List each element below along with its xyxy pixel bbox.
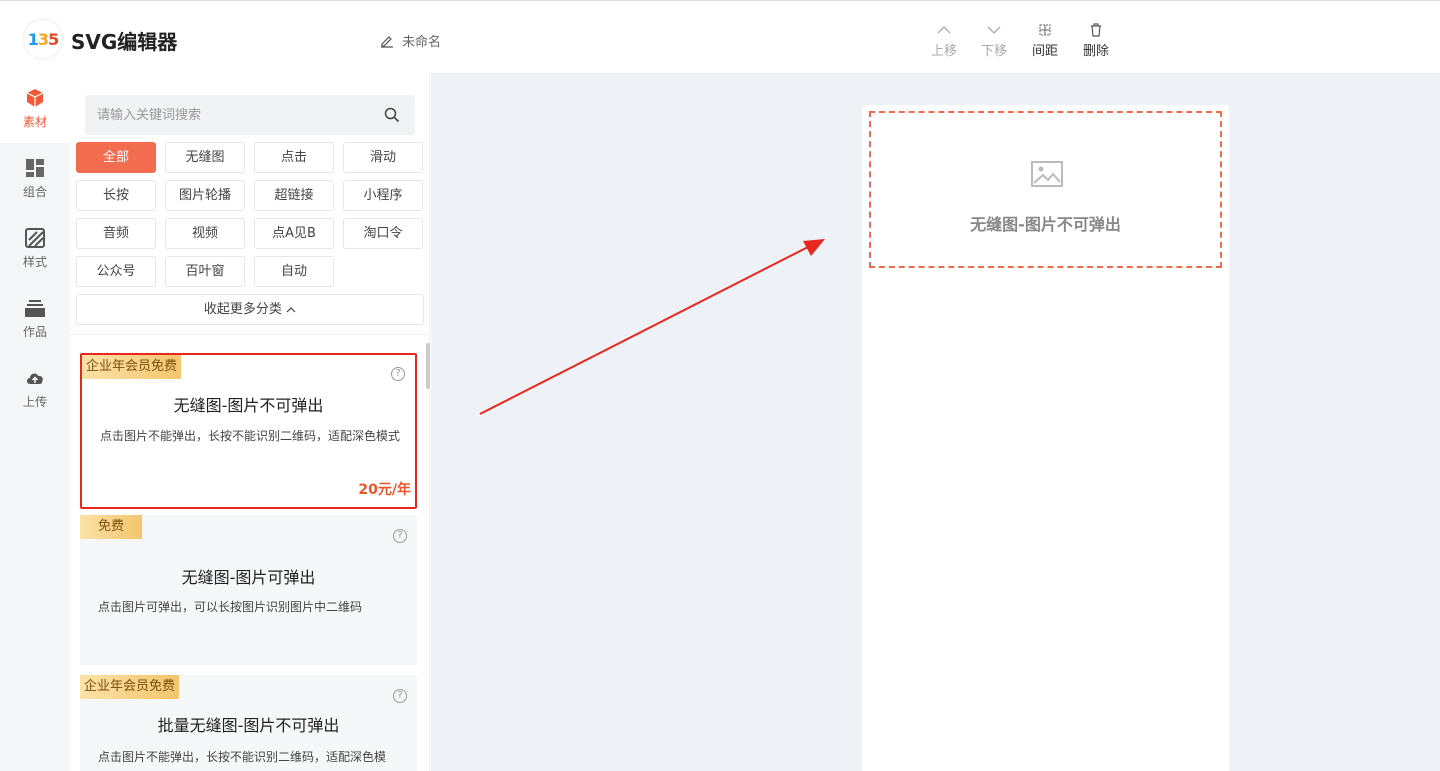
document-name-text: 未命名 [402, 35, 442, 50]
category-slide[interactable]: 滑动 [343, 142, 423, 173]
panel-divider [70, 334, 430, 335]
card-title: 批量无缝图-图片不可弹出 [157, 716, 340, 735]
help-icon[interactable]: ? [391, 367, 405, 381]
move-down-label: 下移 [980, 44, 1007, 59]
member-free-badge: 企业年会员免费 [82, 355, 182, 379]
category-auto[interactable]: 自动 [254, 256, 334, 287]
image-icon [1031, 161, 1063, 187]
category-a-to-b[interactable]: 点A见B [254, 218, 334, 249]
category-seamless[interactable]: 无缝图 [165, 142, 245, 173]
cube-icon [26, 89, 44, 107]
editor-canvas: 无缝图-图片不可弹出 [431, 73, 1440, 771]
rail-item-upload[interactable]: 上传 [0, 353, 70, 423]
rail-label-combos: 组合 [22, 185, 47, 199]
stack-icon [25, 300, 45, 317]
seamless-image-component[interactable]: 无缝图-图片不可弹出 [869, 111, 1222, 268]
spacing-label: 间距 [1031, 44, 1058, 59]
material-card-selected[interactable]: 企业年会员免费 ? 无缝图-图片不可弹出 点击图片不能弹出，长按不能识别二维码，… [80, 353, 417, 509]
help-icon[interactable]: ? [393, 689, 407, 703]
panel-scrollbar[interactable] [426, 343, 430, 389]
chevron-down-icon [987, 26, 1001, 34]
chevron-up-icon [286, 306, 296, 312]
card-description: 点击图片不能弹出，长按不能识别二维码，适配深色模式 [100, 429, 401, 443]
cloud-upload-icon [27, 373, 43, 384]
category-long-press[interactable]: 长按 [76, 180, 156, 211]
chevron-up-icon [937, 26, 951, 34]
move-down-button[interactable]: 下移 [976, 22, 1012, 59]
rail-item-works[interactable]: 作品 [0, 283, 70, 353]
free-badge: 免费 [80, 515, 143, 539]
search-input[interactable] [97, 95, 377, 135]
rail-label-styles: 样式 [22, 255, 47, 269]
material-card[interactable]: 免费 ? 无缝图-图片可弹出 点击图片可弹出，可以长按图片识别图片中二维码 [80, 515, 417, 665]
category-taobao-code[interactable]: 淘口令 [343, 218, 423, 249]
rail-label-works: 作品 [22, 325, 47, 339]
category-all[interactable]: 全部 [76, 142, 156, 173]
category-blinds[interactable]: 百叶窗 [165, 256, 245, 287]
card-price: 20元/年 [358, 482, 411, 498]
collapse-label: 收起更多分类 [203, 302, 282, 317]
category-mini-program[interactable]: 小程序 [343, 180, 423, 211]
edit-icon [381, 35, 393, 48]
category-carousel[interactable]: 图片轮播 [165, 180, 245, 211]
rail-item-styles[interactable]: 样式 [0, 213, 70, 283]
search-icon[interactable] [384, 107, 400, 123]
card-title: 无缝图-图片可弹出 [181, 568, 316, 587]
category-video[interactable]: 视频 [165, 218, 245, 249]
member-free-badge: 企业年会员免费 [80, 675, 180, 699]
component-placeholder-text: 无缝图-图片不可弹出 [970, 215, 1121, 234]
delete-label: 删除 [1082, 44, 1109, 59]
search-box [85, 95, 415, 135]
material-panel: 全部 无缝图 点击 滑动 长按 图片轮播 超链接 小程序 音频 视频 点A见B … [70, 73, 430, 771]
side-rail: 素材 组合 样式 作品 上传 [0, 73, 70, 771]
card-description: 点击图片可弹出，可以长按图片识别图片中二维码 [98, 600, 363, 614]
help-icon[interactable]: ? [393, 529, 407, 543]
move-up-button[interactable]: 上移 [926, 22, 962, 59]
style-icon [25, 228, 45, 248]
spacing-icon [1039, 24, 1051, 36]
rail-label-materials: 素材 [22, 115, 47, 129]
rail-label-upload: 上传 [22, 395, 47, 409]
card-title: 无缝图-图片不可弹出 [173, 396, 324, 415]
material-card[interactable]: 企业年会员免费 ? 批量无缝图-图片不可弹出 点击图片不能弹出，长按不能识别二维… [80, 675, 417, 771]
rail-item-materials[interactable]: 素材 [0, 73, 70, 143]
move-up-label: 上移 [930, 44, 957, 59]
phone-preview: 无缝图-图片不可弹出 [862, 105, 1229, 771]
collapse-categories-button[interactable]: 收起更多分类 [76, 294, 424, 325]
category-audio[interactable]: 音频 [76, 218, 156, 249]
category-hyperlink[interactable]: 超链接 [254, 180, 334, 211]
app-title: SVG编辑器 [71, 30, 178, 54]
header: 135 SVG编辑器 未命名 上移 下移 间距 删除 [0, 4, 1440, 73]
layout-icon [26, 159, 44, 177]
app-logo[interactable]: 135 [24, 20, 62, 58]
rail-item-combos[interactable]: 组合 [0, 143, 70, 213]
spacing-button[interactable]: 间距 [1027, 22, 1063, 59]
card-description: 点击图片不能弹出，长按不能识别二维码，适配深色模 [98, 750, 387, 764]
document-name[interactable]: 未命名 [380, 31, 441, 50]
delete-button[interactable]: 删除 [1078, 22, 1114, 59]
category-official-account[interactable]: 公众号 [76, 256, 156, 287]
trash-icon [1091, 23, 1101, 37]
category-click[interactable]: 点击 [254, 142, 334, 173]
